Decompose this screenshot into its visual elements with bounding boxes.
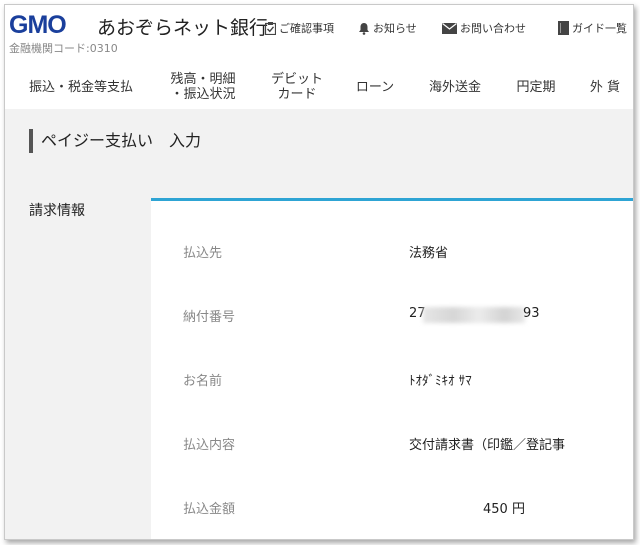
nav-transfer[interactable]: 振込・税金等支払: [19, 65, 143, 109]
book-icon: [558, 21, 569, 35]
util-contact-link[interactable]: お問い合わせ: [442, 20, 526, 36]
bank-code: 金融機関コード:0310: [9, 42, 118, 55]
nav-loan[interactable]: ローン: [347, 65, 403, 109]
page-frame: GMO あおぞらネット銀行 ご確認事項 お知らせ お問い合わせ ガイド一覧 金融…: [4, 4, 634, 540]
header: GMO あおぞらネット銀行 ご確認事項 お知らせ お問い合わせ ガイド一覧: [5, 11, 633, 39]
util-news-link[interactable]: お知らせ: [358, 20, 417, 36]
label-payment-content: 払込内容: [183, 438, 236, 453]
util-contact-label: お問い合わせ: [460, 22, 526, 35]
mail-icon: [442, 22, 457, 34]
value-amount: 450 円: [483, 502, 525, 517]
util-news-label: お知らせ: [373, 22, 417, 35]
value-name: ﾄｵﾀﾞﾐｷｵ ｻﾏ: [409, 374, 472, 389]
util-confirm-link[interactable]: ご確認事項: [265, 20, 334, 36]
util-guide-label: ガイド一覧: [572, 22, 627, 35]
logo-bank-name[interactable]: あおぞらネット銀行: [97, 13, 268, 40]
util-confirm-label: ご確認事項: [279, 22, 334, 35]
nav-yen-deposit[interactable]: 円定期: [505, 65, 567, 109]
nav-debit-card[interactable]: デビット カード: [259, 65, 335, 109]
section-label: 請求情報: [29, 203, 85, 219]
util-guide-link[interactable]: ガイド一覧: [558, 20, 627, 36]
bell-icon: [359, 22, 369, 35]
main-nav: 振込・税金等支払 残高・明細 ・振込状況 デビット カード ローン 海外送金 円…: [5, 65, 633, 109]
label-name: お名前: [183, 374, 223, 389]
label-payee: 払込先: [183, 246, 223, 261]
value-payment-number-suffix: 93: [523, 306, 540, 321]
clipboard-check-icon: [265, 21, 276, 35]
value-payment-content: 交付請求書（印鑑／登記事: [409, 438, 566, 453]
nav-foreign-currency[interactable]: 外 貨: [583, 65, 627, 109]
label-payment-number: 納付番号: [183, 310, 236, 325]
nav-overseas-remit[interactable]: 海外送金: [419, 65, 491, 109]
value-payee: 法務省: [409, 246, 449, 261]
nav-balance[interactable]: 残高・明細 ・振込状況: [155, 65, 251, 109]
billing-info-panel: [151, 198, 633, 539]
masked-number-blur: [423, 307, 525, 323]
logo-gmo[interactable]: GMO: [9, 11, 67, 40]
page-title: ペイジー支払い 入力: [29, 129, 201, 153]
label-amount: 払込金額: [183, 502, 236, 517]
